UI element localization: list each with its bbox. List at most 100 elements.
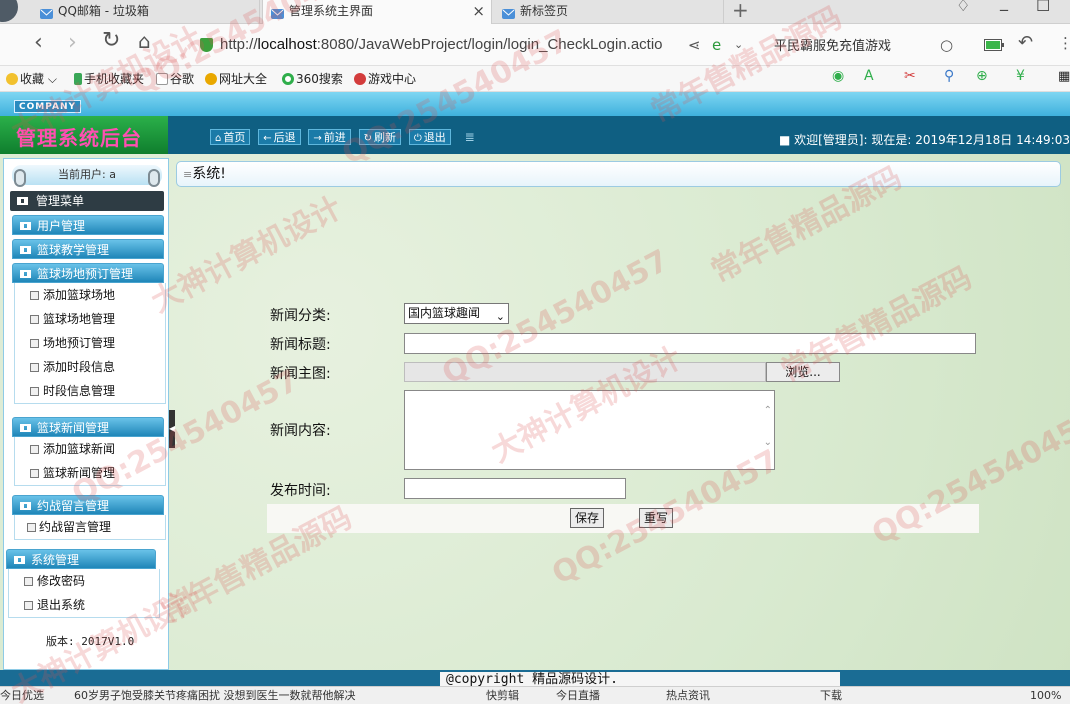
nav-refresh-button[interactable]: ↻ 刷新 bbox=[358, 129, 402, 145]
sidebar-item-add-news[interactable]: 添加篮球新闻 bbox=[15, 437, 165, 461]
item-label: 添加篮球场地 bbox=[43, 288, 116, 302]
fav-item-collect[interactable]: 收藏 ⌵ bbox=[6, 70, 57, 87]
ie-mode-icon[interactable]: e bbox=[712, 36, 721, 54]
sidebar-group-court-booking[interactable]: 篮球场地预订管理 bbox=[12, 263, 164, 283]
refresh-icon: ↻ bbox=[363, 133, 373, 144]
share-icon[interactable]: ⋖ bbox=[688, 36, 701, 54]
apps-grid-icon[interactable]: ▦ bbox=[1058, 69, 1070, 84]
item-label: 修改密码 bbox=[37, 574, 86, 588]
close-tab-icon[interactable]: × bbox=[472, 0, 485, 22]
tab-newtab[interactable]: 新标签页 bbox=[494, 0, 724, 24]
sidebar-item-logout[interactable]: 退出系统 bbox=[9, 593, 159, 617]
zoom-level[interactable]: 100% bbox=[1030, 687, 1061, 704]
group-label: 系统管理 bbox=[31, 553, 80, 567]
page-icon bbox=[156, 73, 168, 85]
undo-icon[interactable]: ↶ bbox=[1018, 32, 1033, 53]
tab-qqmail[interactable]: QQ邮箱 - 垃圾箱 bbox=[32, 0, 260, 24]
scroll-up-icon[interactable]: ⌃ bbox=[764, 405, 772, 416]
sidebar-item-timeslot-manage[interactable]: 时段信息管理 bbox=[15, 379, 165, 403]
back-arrow-icon[interactable]: ‹ bbox=[34, 30, 43, 55]
sidebar-item-add-court[interactable]: 添加篮球场地 bbox=[15, 283, 165, 307]
sidebar-item-booking-manage[interactable]: 场地预订管理 bbox=[15, 331, 165, 355]
sidebar-group-teaching[interactable]: 篮球教学管理 bbox=[12, 239, 164, 259]
fav-label: 谷歌 bbox=[170, 72, 195, 86]
fav-item-google[interactable]: 谷歌 bbox=[156, 70, 194, 87]
sidebar-item-news-manage[interactable]: 篮球新闻管理 bbox=[15, 461, 165, 485]
fav-item-hao[interactable]: 网址大全 bbox=[205, 70, 267, 87]
group-label: 篮球场地预订管理 bbox=[37, 267, 134, 281]
tab-admin-main[interactable]: 管理系统主界面 × bbox=[262, 0, 492, 24]
chat-icon[interactable]: ◉ bbox=[832, 68, 844, 84]
translate-icon[interactable]: A bbox=[864, 68, 874, 84]
collapse-sidebar-handle[interactable]: ◀ bbox=[169, 410, 175, 448]
minimize-icon[interactable]: _ bbox=[1000, 0, 1008, 11]
sidebar-item-court-manage[interactable]: 篮球场地管理 bbox=[15, 307, 165, 331]
nav-forward-button[interactable]: → 前进 bbox=[308, 129, 351, 145]
power-icon: ⏻ bbox=[413, 133, 422, 144]
status-quick-edit[interactable]: 快剪辑 bbox=[486, 687, 519, 704]
sidebar-group-challenge[interactable]: 约战留言管理 bbox=[12, 495, 164, 515]
yen-icon[interactable]: ¥ bbox=[1016, 68, 1025, 84]
group-label: 约战留言管理 bbox=[37, 499, 110, 513]
item-icon bbox=[30, 339, 39, 348]
status-news[interactable]: 60岁男子饱受膝关节疼痛困扰 没想到医生一数就帮他解决 bbox=[74, 687, 356, 704]
fav-item-360[interactable]: 360搜索 bbox=[282, 70, 343, 87]
sidebar-item-add-timeslot[interactable]: 添加时段信息 bbox=[15, 355, 165, 379]
category-label: 新闻分类: bbox=[270, 308, 331, 324]
news-content-textarea[interactable]: ⌃ ⌄ bbox=[404, 390, 775, 470]
nav-label: 后退 bbox=[273, 131, 296, 144]
item-icon bbox=[24, 577, 33, 586]
new-tab-plus-icon[interactable]: + bbox=[732, 0, 749, 22]
sidebar-group-system[interactable]: 系统管理 bbox=[6, 549, 156, 569]
file-path-field[interactable] bbox=[404, 362, 766, 382]
left-sidebar: 当前用户: a 管理菜单 用户管理 篮球教学管理 篮球场地预订管理 添加篮球场地… bbox=[3, 158, 169, 670]
item-label: 退出系统 bbox=[37, 598, 86, 612]
save-button[interactable]: 保存 bbox=[570, 508, 605, 528]
forward-arrow-icon[interactable]: › bbox=[68, 30, 77, 55]
category-value: 国内篮球趣闻 bbox=[408, 306, 481, 320]
fav-item-games[interactable]: 游戏中心 bbox=[354, 70, 416, 87]
reload-icon[interactable]: ↻ bbox=[102, 28, 120, 53]
browser-tab-bar: QQ邮箱 - 垃圾箱 管理系统主界面 × 新标签页 + ♢ _ ☐ bbox=[0, 0, 1070, 24]
sidebar-group-news[interactable]: 篮球新闻管理 bbox=[12, 417, 164, 437]
fav-item-mobile[interactable]: 手机收藏夹 bbox=[74, 70, 144, 87]
reset-button[interactable]: 重写 bbox=[639, 508, 674, 528]
status-download[interactable]: 下载 bbox=[820, 687, 842, 704]
news-title-input[interactable] bbox=[404, 333, 976, 354]
publish-time-input[interactable] bbox=[404, 478, 626, 499]
list-icon: ≣ bbox=[464, 130, 475, 144]
court-booking-submenu: 添加篮球场地 篮球场地管理 场地预订管理 添加时段信息 时段信息管理 bbox=[14, 283, 166, 404]
marquee-icon: ≡ bbox=[183, 168, 193, 181]
status-hot-news[interactable]: 热点资讯 bbox=[666, 687, 710, 704]
chevron-down-icon[interactable]: ⌄ bbox=[734, 38, 743, 51]
browse-button[interactable]: 浏览... bbox=[766, 362, 840, 382]
sidebar-item-challenge-manage[interactable]: 约战留言管理 bbox=[15, 515, 165, 539]
secure-shield-icon bbox=[200, 38, 213, 52]
gamepad-icon[interactable]: ⊕ bbox=[976, 68, 988, 84]
search-suggestion[interactable]: 平民霸服免充值游戏 bbox=[774, 35, 891, 54]
nav-label: 首页 bbox=[223, 131, 246, 144]
item-icon bbox=[30, 387, 39, 396]
group-label: 篮球新闻管理 bbox=[37, 421, 110, 435]
category-select[interactable]: 国内篮球趣闻 ⌄ bbox=[404, 303, 509, 324]
shirt-skin-icon[interactable]: ♢ bbox=[956, 0, 970, 15]
sidebar-item-change-password[interactable]: 修改密码 bbox=[9, 569, 159, 593]
status-live[interactable]: 今日直播 bbox=[556, 687, 600, 704]
nav-logout-button[interactable]: ⏻ 退出 bbox=[408, 129, 451, 145]
group-label: 篮球教学管理 bbox=[37, 243, 110, 257]
magnifier-icon[interactable]: ⚲ bbox=[944, 68, 954, 84]
scroll-down-icon[interactable]: ⌄ bbox=[764, 437, 772, 448]
menu-grid-icon[interactable]: ⋮ bbox=[1058, 34, 1070, 52]
item-label: 添加时段信息 bbox=[43, 360, 116, 374]
screenshot-scissors-icon[interactable]: ✂ bbox=[904, 68, 916, 84]
system-submenu: 修改密码 退出系统 bbox=[8, 569, 160, 618]
admin-tab-icon bbox=[271, 5, 284, 19]
home-icon[interactable]: ⌂ bbox=[138, 29, 151, 53]
maximize-icon[interactable]: ☐ bbox=[1036, 0, 1050, 15]
url-input[interactable]: http://localhost:8080/JavaWebProject/log… bbox=[196, 31, 704, 59]
nav-home-button[interactable]: ⌂ 首页 bbox=[210, 129, 251, 145]
search-icon[interactable]: ○ bbox=[940, 36, 953, 54]
nav-back-button[interactable]: ← 后退 bbox=[258, 129, 301, 145]
sidebar-group-user[interactable]: 用户管理 bbox=[12, 215, 164, 235]
status-item[interactable]: 今日优选 bbox=[0, 687, 44, 704]
